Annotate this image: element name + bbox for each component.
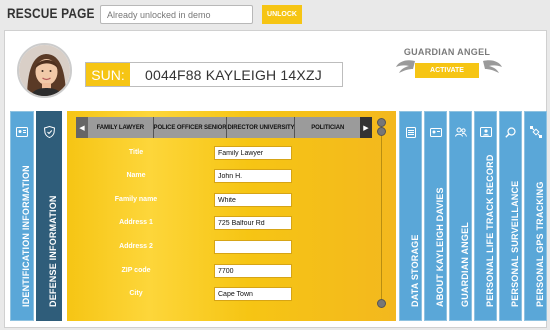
activate-button[interactable]: ACTIVATE [415,63,479,78]
tab-label: ABOUT KAYLEIGH DAVIES [434,187,445,307]
satellite-icon [529,126,542,138]
top-bar: RESCUE PAGE UNLOCK [0,0,550,31]
field-label: Name [126,172,146,179]
tab-defense-information[interactable]: DEFENSE INFORMATION [36,111,62,321]
tab-label: PERSONAL LIFE TRACK RECORD [484,154,495,307]
field-label: ZIP code [121,267,151,274]
tab-data-storage[interactable]: DATA STORAGE [399,111,422,321]
field-label: Address 1 [119,219,153,226]
title-input[interactable] [214,146,292,160]
field-label: City [129,290,143,297]
city-input[interactable] [214,287,292,301]
unlock-code-input[interactable] [100,5,253,24]
field-city-row: City [67,286,367,302]
field-address2-row: Address 2 [67,239,367,255]
tab-identification-information[interactable]: IDENTIFICATION INFORMATION [10,111,34,321]
sun-field: SUN: 0044F88 KAYLEIGH 14XZJ [85,62,343,87]
tab-about[interactable]: ABOUT KAYLEIGH DAVIES [424,111,447,321]
scroll-track [381,123,382,303]
tab-politician[interactable]: POLITICIAN [295,117,360,138]
tab-director-university[interactable]: DIRECTOR UNIVERSITY [227,117,296,138]
field-label: Address 2 [119,243,153,250]
tab-police-officer-senior[interactable]: POLICE OFFICER SENIOR [153,117,228,138]
zip-input[interactable] [214,264,292,278]
address1-input[interactable] [214,216,292,230]
search-icon [505,126,517,138]
next-arrow-icon[interactable]: ▶ [360,117,372,138]
tab-label: DEFENSE INFORMATION [48,195,58,307]
id-badge-icon [429,126,442,138]
scroll-up-handle-icon[interactable] [377,127,386,136]
field-address1-row: Address 1 [67,215,367,231]
tab-label: PERSONAL GPS TRACKING [534,181,545,307]
add-circle-icon[interactable] [377,299,386,308]
field-family-name-row: Family name [67,192,367,208]
field-title-row: Title [67,145,367,161]
field-label: Title [128,149,144,156]
tab-label: GUARDIAN ANGEL [459,222,470,307]
tab-label: DATA STORAGE [409,234,420,307]
profile-card: SUN: 0044F88 KAYLEIGH 14XZJ GUARDIAN ANG… [4,30,547,328]
tab-life-track-record[interactable]: PERSONAL LIFE TRACK RECORD [474,111,497,321]
sun-label: SUN: [86,63,131,86]
category-tab-strip: ◀ FAMILY LAWYER POLICE OFFICER SENIOR DI… [76,117,372,138]
prev-arrow-icon[interactable]: ◀ [76,117,88,138]
sun-value: 0044F88 KAYLEIGH 14XZJ [145,66,322,83]
right-wing-icon [483,60,502,73]
storage-icon [405,126,417,138]
tab-surveillance[interactable]: PERSONAL SURVEILLANCE [499,111,522,321]
family-name-input[interactable] [214,193,292,207]
address2-input[interactable] [214,240,292,254]
avatar [17,43,72,98]
unlock-button[interactable]: UNLOCK [262,5,302,24]
profile-card-icon [479,126,492,138]
tab-family-lawyer[interactable]: FAMILY LAWYER [88,117,154,138]
people-icon [454,126,467,138]
scroll-top-handle-icon[interactable] [377,118,386,127]
shield-icon [43,126,55,138]
page-title: RESCUE PAGE [7,5,95,21]
name-input[interactable] [214,169,292,183]
tab-label: PERSONAL SURVEILLANCE [509,180,520,307]
tab-guardian-angel[interactable]: GUARDIAN ANGEL [449,111,472,321]
tab-gps-tracking[interactable]: PERSONAL GPS TRACKING [524,111,547,321]
left-wing-icon [396,60,415,73]
id-card-icon [16,126,28,138]
guardian-angel-title: GUARDIAN ANGEL [403,47,491,57]
defense-form-panel: ◀ FAMILY LAWYER POLICE OFFICER SENIOR DI… [67,111,396,321]
field-label: Family name [114,196,158,203]
tab-label: IDENTIFICATION INFORMATION [21,165,31,307]
field-name-row: Name [67,168,367,184]
field-zip-row: ZIP code [67,263,367,279]
guardian-angel-box: GUARDIAN ANGEL ACTIVATE [387,41,507,96]
